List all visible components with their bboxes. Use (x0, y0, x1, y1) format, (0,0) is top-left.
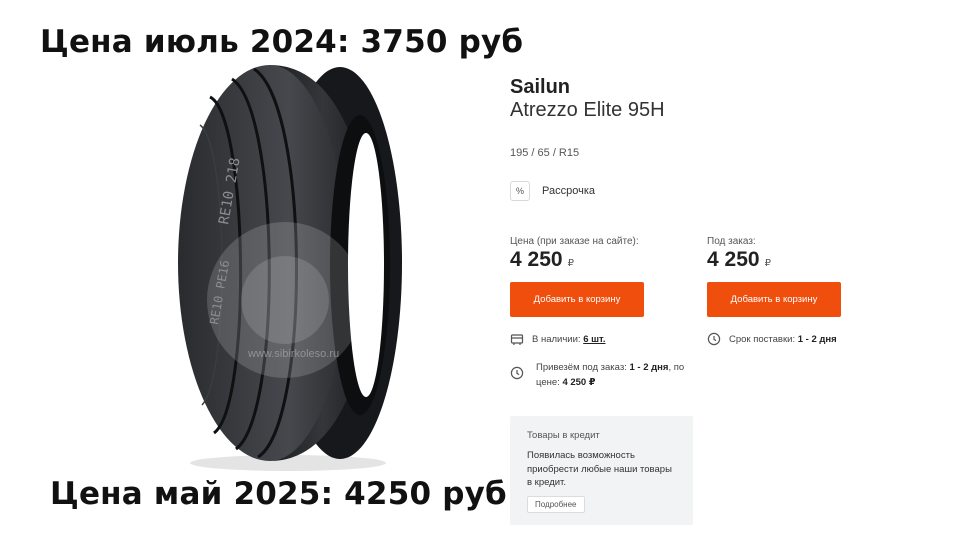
installment-option[interactable]: % Рассрочка (510, 181, 595, 201)
order-info: Привезём под заказ: 1 - 2 дня, по цене: … (510, 360, 695, 390)
box-icon (510, 332, 524, 351)
watermark-text: www.sibirkoleso.ru (247, 348, 339, 360)
order-days: 1 - 2 дня (629, 362, 669, 373)
delivery-info: Срок поставки: 1 - 2 дня (707, 332, 837, 351)
more-button[interactable]: Подробнее (527, 496, 585, 513)
order-price-block: Под заказ: 4 250 ₽ (707, 236, 887, 272)
product-brand: Sailun (510, 76, 571, 98)
credit-promo: Товары в кредит Появилась возможность пр… (510, 416, 693, 525)
clock-icon (510, 366, 524, 385)
stock-label: В наличии: (532, 334, 581, 345)
stock-info: В наличии: 6 шт. (510, 332, 606, 351)
delivery-label: Срок поставки: (729, 334, 796, 345)
site-price-label: Цена (при заказе на сайте): (510, 236, 639, 247)
product-size: 195 / 65 / R15 (510, 147, 580, 159)
order-price-value: 4 250 (707, 248, 760, 271)
percent-icon: % (510, 181, 530, 201)
order-price-label: Под заказ: (707, 236, 756, 247)
add-to-cart-button[interactable]: Добавить в корзину (510, 282, 644, 317)
credit-text: Появилась возможность приобрести любые н… (527, 450, 672, 488)
clock-icon (707, 332, 721, 351)
delivery-value: 1 - 2 дня (797, 334, 837, 345)
stock-value[interactable]: 6 шт. (583, 334, 605, 345)
installment-label: Рассрочка (542, 185, 595, 197)
caption-bottom: Цена май 2025: 4250 руб (50, 476, 507, 512)
site-price-value: 4 250 (510, 248, 563, 271)
tire-picture: www.sibirkoleso.ru RE10 218 RE10 PE16 (178, 65, 402, 471)
site-price-currency: ₽ (567, 258, 574, 269)
order-price: 4 250 ₽ (562, 377, 596, 388)
product-model: Atrezzo Elite 95H (510, 99, 665, 121)
add-to-cart-order-button[interactable]: Добавить в корзину (707, 282, 841, 317)
order-prefix: Привезём под заказ: (536, 362, 627, 373)
site-price-block: Цена (при заказе на сайте): 4 250 ₽ (510, 236, 690, 272)
order-price-currency: ₽ (764, 258, 771, 269)
product-image[interactable]: www.sibirkoleso.ru RE10 218 RE10 PE16 (170, 55, 430, 475)
credit-title: Товары в кредит (527, 430, 600, 441)
